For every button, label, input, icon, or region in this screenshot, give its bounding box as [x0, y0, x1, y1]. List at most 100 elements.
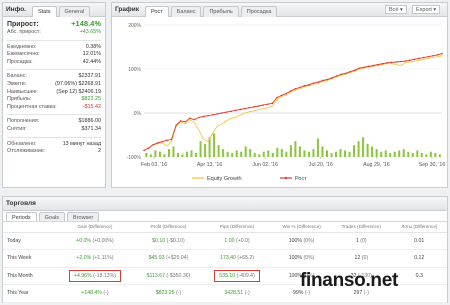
- lots-cell: 0.3: [391, 267, 447, 285]
- pips-cell: 3428.51 (-): [202, 284, 272, 303]
- trading-header: Торговля: [3, 197, 447, 211]
- growth-point: [221, 112, 223, 114]
- bar-mark: [402, 149, 405, 157]
- tab-browser[interactable]: Browser: [67, 212, 100, 221]
- growth-point: [248, 106, 251, 109]
- pips-value: 3428.51: [224, 290, 244, 297]
- chart-title: График: [115, 6, 139, 13]
- profit-diff: (-$0.10): [166, 237, 185, 244]
- stat-row: Просадка: 42.44%: [7, 59, 101, 67]
- bar-mark: [411, 153, 414, 157]
- growth-point: [179, 120, 182, 122]
- bar-mark: [163, 154, 166, 157]
- col-trades[interactable]: Trades (Difference): [331, 222, 392, 233]
- bar-mark: [375, 149, 378, 157]
- bar-mark: [371, 146, 374, 157]
- col-lots[interactable]: Лоты (Difference): [391, 222, 447, 233]
- watermark-logo: finanso.net: [300, 270, 399, 291]
- bar-mark: [262, 151, 265, 157]
- lots-cell: 0.12: [391, 249, 447, 268]
- range-select[interactable]: Всё ▾: [385, 5, 407, 14]
- tab-goals[interactable]: Goals: [38, 212, 66, 221]
- col-pips[interactable]: Pips (Difference): [202, 222, 272, 233]
- tab-growth[interactable]: Рост: [144, 5, 169, 17]
- growth-point: [271, 102, 274, 105]
- y-tick-label: 200%: [128, 23, 141, 29]
- win-value: 100%: [288, 237, 302, 244]
- bar-mark: [222, 149, 225, 157]
- info-title: Инфо.: [6, 6, 26, 13]
- profit-diff: (+$25.04): [165, 255, 189, 262]
- stat-row: Пополнения: $1886.00: [7, 118, 101, 126]
- bar-mark: [276, 147, 279, 157]
- pips-cell: 173.40 (+65.2): [202, 249, 272, 268]
- stat-value: $371.34: [81, 125, 102, 132]
- pips-value: 1.00: [224, 237, 235, 244]
- range-select-value: Всё: [389, 7, 399, 13]
- bar-mark: [172, 146, 175, 157]
- growth-point: [147, 147, 150, 149]
- col-profit[interactable]: Profit (Difference): [134, 222, 203, 233]
- col-win[interactable]: Win % (Difference): [272, 222, 332, 233]
- trades-diff: (0): [360, 237, 367, 244]
- growth-value: +148.4%: [71, 19, 101, 28]
- stat-label: Процентная ставка:: [7, 103, 57, 110]
- period-label: This Month: [7, 272, 33, 279]
- win-diff: (0%): [303, 255, 315, 262]
- gain-value: +4.96%: [73, 272, 92, 279]
- bar-mark: [438, 154, 441, 157]
- win-diff: (0%): [303, 237, 315, 244]
- bar-mark: [362, 137, 365, 157]
- growth-point: [349, 70, 352, 73]
- bar-mark: [312, 149, 315, 157]
- bar-mark: [357, 141, 360, 157]
- bar-mark: [181, 154, 184, 157]
- bar-mark: [176, 153, 179, 157]
- growth-point: [299, 86, 301, 89]
- period-cell: This Week: [3, 249, 55, 268]
- profit-cell: $113.67 (-$350.36): [134, 267, 203, 285]
- highlight-box: +4.96% (-18.13%): [68, 269, 121, 282]
- tab-stats[interactable]: Stats: [31, 5, 57, 17]
- bar-mark: [429, 151, 432, 157]
- divider: [7, 136, 101, 138]
- growth-point: [276, 96, 278, 99]
- tab-periods[interactable]: Periods: [6, 212, 37, 221]
- bar-mark: [425, 154, 428, 157]
- stat-label: Наивысшее:: [7, 88, 39, 95]
- growth-point: [404, 60, 407, 62]
- stat-value: 13 минут назад: [62, 140, 101, 147]
- win-cell: 100% (0%): [272, 232, 332, 250]
- export-button[interactable]: Export ▾: [412, 5, 441, 14]
- growth-point: [331, 77, 333, 79]
- bar-mark: [285, 151, 288, 157]
- tab-balance[interactable]: Баланс: [170, 5, 202, 17]
- trades-value: 1: [355, 237, 359, 244]
- legend-equity-label: Equity Growth: [207, 176, 242, 182]
- growth-point: [326, 78, 329, 81]
- bar-mark: [204, 143, 207, 157]
- growth-point: [189, 117, 191, 120]
- col-gain[interactable]: Gain (Difference): [55, 222, 135, 233]
- gain-diff: (+0.00%): [92, 237, 114, 244]
- bar-mark: [307, 151, 310, 157]
- tab-general[interactable]: General: [58, 5, 91, 17]
- growth-point: [198, 116, 200, 119]
- tab-drawdown[interactable]: Просадка: [240, 5, 278, 17]
- legend-growth-marker: [284, 176, 288, 180]
- growth-point: [266, 103, 269, 105]
- x-tick-label: Sep 30, '16: [419, 162, 446, 168]
- stat-value: $1886.00: [78, 118, 101, 125]
- pips-cell: 535.10 (-409.4): [202, 267, 272, 285]
- profit-value: $45.93: [148, 255, 165, 262]
- period-cell: This Month: [3, 267, 55, 285]
- stat-label: Ежемесячно:: [7, 51, 40, 58]
- pips-diff: (-409.4): [236, 272, 255, 279]
- bar-mark: [267, 150, 270, 157]
- x-tick-label: Jul 20, '16: [309, 162, 333, 168]
- tab-profit[interactable]: Прибыль: [203, 5, 239, 17]
- bar-mark: [185, 151, 189, 157]
- bar-mark: [217, 145, 220, 157]
- gain-cell: +148.4% (-): [55, 284, 135, 303]
- profit-cell: $0.10 (-$0.10): [134, 232, 203, 250]
